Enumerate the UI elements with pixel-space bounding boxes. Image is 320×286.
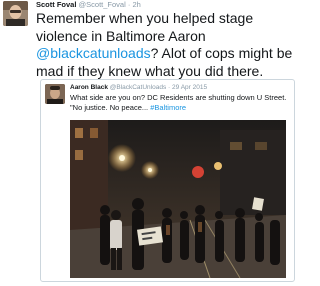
protest-photo[interactable] [70, 120, 286, 278]
quoted-header-separator: · [168, 84, 171, 91]
tweet-time[interactable]: 2h [132, 0, 140, 9]
quoted-author-avatar[interactable] [45, 84, 65, 104]
author-avatar[interactable] [3, 1, 28, 26]
quoted-tweet-header: Aaron Black @BlackCatUnloads · 29 Apr 20… [70, 84, 207, 92]
quoted-author-handle[interactable]: @BlackCatUnloads [110, 84, 166, 91]
tweet-text-part1: Remember when you helped stage violence … [36, 10, 254, 44]
tweet-header: Scott Foval @Scott_Foval · 2h [36, 0, 141, 10]
quoted-tweet-date[interactable]: 29 Apr 2015 [172, 84, 207, 91]
author-handle[interactable]: @Scott_Foval [79, 0, 126, 9]
tweet-text: Remember when you helped stage violence … [36, 10, 298, 80]
quoted-tweet-card[interactable]: Aaron Black @BlackCatUnloads · 29 Apr 20… [40, 79, 295, 282]
mention-link[interactable]: @blackcatunloads [36, 45, 151, 61]
header-separator: · [127, 0, 131, 9]
quoted-tweet-text: What side are you on? DC Residents are s… [70, 93, 292, 113]
quoted-author-name[interactable]: Aaron Black [70, 84, 108, 91]
protest-photo-image [70, 120, 286, 278]
hashtag-link[interactable]: #Baltimore [150, 103, 186, 112]
author-name[interactable]: Scott Foval [36, 0, 76, 9]
